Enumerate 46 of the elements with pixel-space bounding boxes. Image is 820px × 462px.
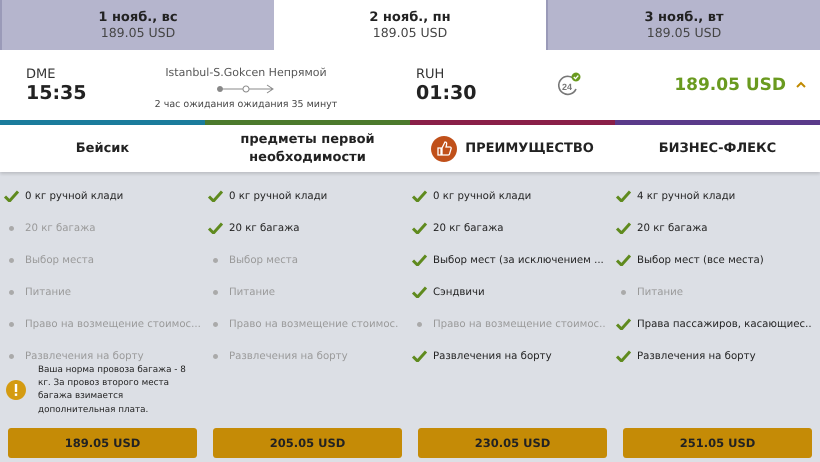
origin-code: DME <box>26 66 56 82</box>
feature-label: Выбор мест (все места) <box>637 254 764 266</box>
flight-price: 189.05 USD <box>674 75 786 95</box>
thumbs-up-icon <box>431 136 458 162</box>
feature-label: 0 кг ручной клади <box>229 190 328 202</box>
feature-label: 0 кг ручной клади <box>433 190 532 202</box>
feature-label: Развлечения на борту <box>637 350 756 362</box>
feature-label: Питание <box>25 286 72 298</box>
layover-label: 2 час ожидания ожидания 35 минут <box>154 99 338 110</box>
date-tab[interactable]: 1 нояб., вс 189.05 USD <box>0 0 274 50</box>
feature-label: Право на возмещение стоимос... <box>25 318 201 330</box>
departure-time: 15:35 <box>26 82 88 104</box>
warning-icon <box>6 380 26 400</box>
fare-name: ПРЕИМУЩЕСТВО <box>465 140 594 158</box>
feature-label: 20 кг багажа <box>433 222 504 234</box>
fare-price-button[interactable]: 251.05 USD <box>623 428 812 458</box>
fare-name: Бейсик <box>76 140 130 158</box>
fare-price-button[interactable]: 230.05 USD <box>418 428 607 458</box>
caret-icon[interactable] <box>796 81 806 89</box>
feature-label: 20 кг багажа <box>25 222 96 234</box>
feature-label: Питание <box>637 286 684 298</box>
destination-code: RUH <box>416 66 446 82</box>
date-tab[interactable]: 3 нояб., вт 189.05 USD <box>546 0 820 50</box>
feature-label: 20 кг багажа <box>229 222 300 234</box>
feature-label: Выбор мест (за исключением ... <box>433 254 604 266</box>
fare-price-button[interactable]: 205.05 USD <box>213 428 402 458</box>
feature-label: Права пассажиров, касающиес.. <box>637 318 812 330</box>
fare-price-button[interactable]: 189.05 USD <box>8 428 197 458</box>
fare-name: БИЗНЕС-ФЛЕКС <box>658 140 776 158</box>
feature-label: Выбор места <box>25 254 94 266</box>
feature-label: 20 кг багажа <box>637 222 708 234</box>
feature-label: Выбор места <box>229 254 298 266</box>
feature-label: Право на возмещение стоимос.. <box>433 318 606 330</box>
feature-label: Развлечения на борту <box>25 350 144 362</box>
feature-label: 4 кг ручной клади <box>637 190 736 202</box>
route-line-icon <box>216 83 276 95</box>
arrival-time: 01:30 <box>416 82 478 104</box>
feature-label: Развлечения на борту <box>229 350 348 362</box>
feature-label: Питание <box>229 286 276 298</box>
route-label: Istanbul-S.Gokcen Непрямой <box>165 66 327 79</box>
feature-label: Сэндвичи <box>433 286 485 298</box>
feature-label: 0 кг ручной клади <box>25 190 124 202</box>
notice-text: Ваша норма провоза багажа - 8 кг. За провоз второго места багажа взимается дополнительная плата. <box>38 364 187 417</box>
feature-label: Право на возмещение стоимос. <box>229 318 398 330</box>
fare-name: предметы первой необходимости <box>239 130 376 166</box>
feature-label: Развлечения на борту <box>433 350 552 362</box>
